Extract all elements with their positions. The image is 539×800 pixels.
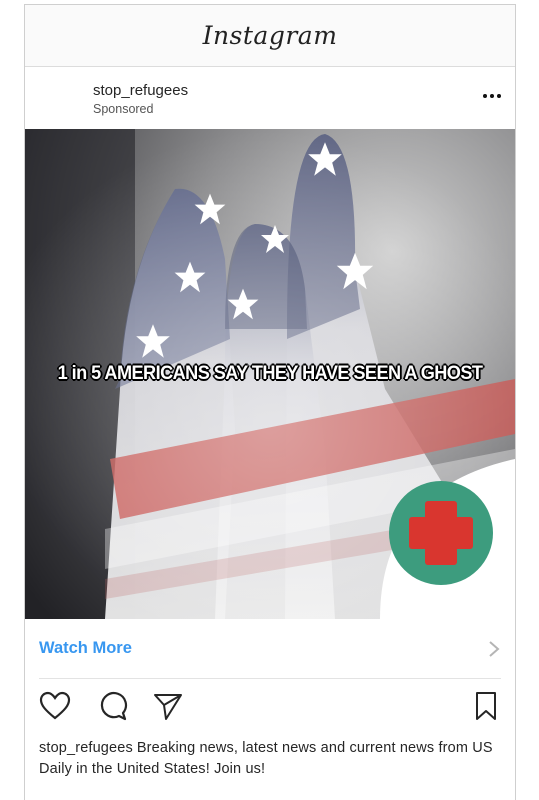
- post-caption: stop_refugees Breaking news, latest news …: [39, 738, 497, 780]
- post-username[interactable]: stop_refugees: [93, 82, 188, 99]
- image-overlay-text: 1 in 5 AMERICANS SAY THEY HAVE SEEN A GH…: [57, 362, 483, 384]
- avatar[interactable]: [39, 80, 73, 114]
- send-icon[interactable]: [153, 691, 183, 721]
- sponsored-label: Sponsored: [93, 102, 154, 116]
- post-image[interactable]: 1 in 5 AMERICANS SAY THEY HAVE SEEN A GH…: [25, 129, 515, 619]
- watch-more-button[interactable]: Watch More: [39, 619, 501, 679]
- post-header: stop_refugees Sponsored: [25, 67, 515, 129]
- heart-icon[interactable]: [39, 691, 71, 721]
- chevron-right-icon: [489, 640, 500, 657]
- instagram-frame: Instagram stop_refugees Sponsored 1 in 5…: [24, 4, 516, 800]
- app-header: Instagram: [25, 5, 515, 67]
- more-horizontal-icon[interactable]: [483, 94, 501, 98]
- comment-icon[interactable]: [97, 691, 129, 721]
- caption-username[interactable]: stop_refugees: [39, 740, 133, 756]
- watch-more-label: Watch More: [39, 639, 132, 657]
- bookmark-icon[interactable]: [475, 691, 497, 721]
- instagram-logo[interactable]: Instagram: [203, 21, 338, 50]
- post-actions: [39, 689, 501, 725]
